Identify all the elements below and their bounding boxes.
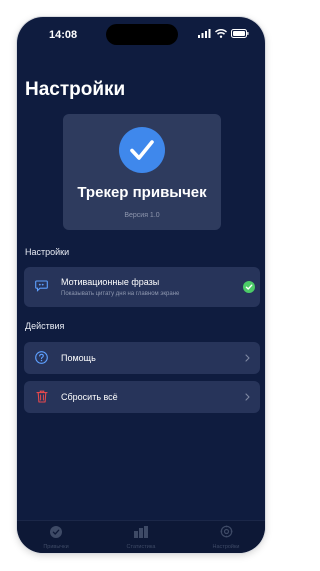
dynamic-island bbox=[106, 24, 178, 45]
status-time: 14:08 bbox=[49, 29, 78, 41]
motivation-subtitle: Показывать цитату дня на главном экране bbox=[61, 291, 180, 297]
app-logo bbox=[119, 127, 165, 173]
page-title: Настройки bbox=[25, 79, 126, 100]
status-bar: 14:08 bbox=[17, 17, 265, 51]
app-name: Трекер привычек bbox=[77, 184, 207, 201]
check-circle-icon[interactable] bbox=[243, 281, 255, 293]
section-header-actions: Действия bbox=[25, 321, 65, 331]
help-button[interactable]: Помощь bbox=[24, 342, 260, 374]
tab-label-habits: Привычки bbox=[43, 544, 69, 550]
app-info-card: Трекер привычек Версия 1.0 bbox=[63, 114, 221, 230]
help-label: Помощь bbox=[61, 353, 96, 363]
tab-settings[interactable]: Настройки bbox=[195, 525, 257, 550]
status-icons bbox=[198, 29, 249, 38]
tab-statistics[interactable]: Статистика bbox=[110, 525, 172, 550]
tab-habits[interactable]: Привычки bbox=[25, 525, 87, 550]
tab-label-settings: Настройки bbox=[212, 544, 240, 550]
motivation-title: Мотивационные фразы bbox=[61, 277, 160, 287]
tab-bar: Привычки Статистика Настройки bbox=[17, 520, 265, 553]
chevron-right-icon bbox=[245, 393, 250, 401]
motivation-toggle-row[interactable]: Мотивационные фразы Показывать цитату дн… bbox=[24, 267, 260, 307]
tab-label-statistics: Статистика bbox=[126, 544, 156, 550]
bar-chart-icon bbox=[134, 526, 148, 538]
wifi-icon bbox=[215, 29, 227, 38]
help-icon bbox=[35, 351, 48, 364]
phone-screen: 14:08 Настройки Трекер привычек Версия 1… bbox=[17, 17, 265, 553]
chevron-right-icon bbox=[245, 354, 250, 362]
app-version: Версия 1.0 bbox=[124, 212, 160, 219]
reset-label: Сбросить всё bbox=[61, 392, 118, 402]
trash-icon bbox=[36, 390, 48, 403]
checkmark-icon bbox=[130, 140, 154, 160]
battery-icon bbox=[231, 29, 249, 38]
check-circle-icon bbox=[50, 526, 62, 538]
reset-all-button[interactable]: Сбросить всё bbox=[24, 381, 260, 413]
section-header-settings: Настройки bbox=[25, 247, 70, 257]
quote-bubble-icon bbox=[35, 280, 48, 292]
signal-icon bbox=[198, 29, 211, 38]
gear-icon bbox=[220, 525, 232, 538]
